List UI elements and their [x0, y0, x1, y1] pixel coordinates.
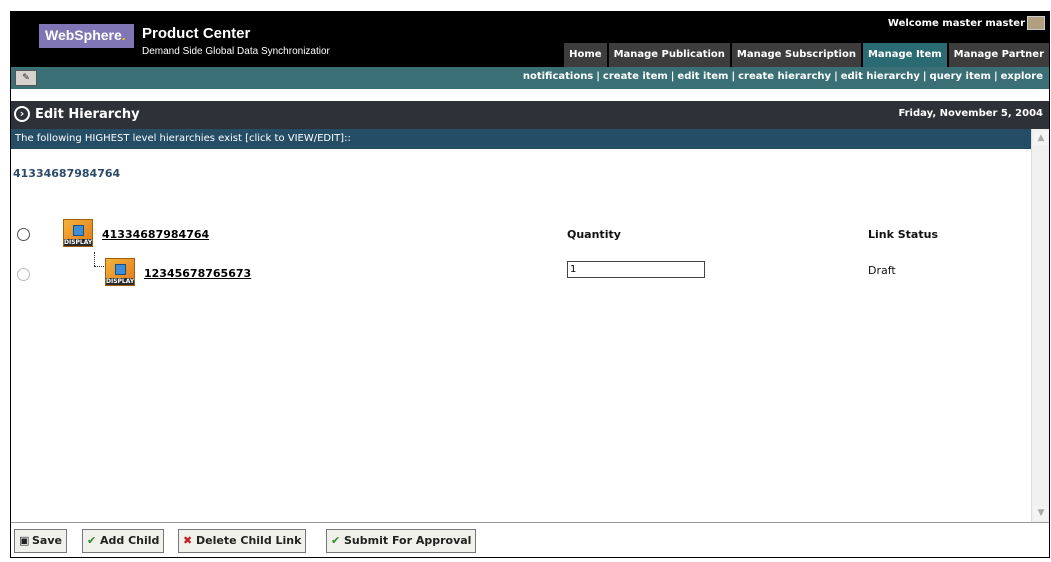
nav-link-explore[interactable]: explore	[1001, 71, 1043, 82]
tree-connector	[94, 252, 95, 266]
root-hierarchy-link[interactable]: 41334687984764	[13, 167, 120, 180]
tab-manage-partner[interactable]: Manage Partner	[948, 43, 1049, 67]
app-window: WebSphere. Product Center Demand Side Gl…	[10, 11, 1050, 558]
user-icon[interactable]	[1027, 16, 1045, 30]
tab-manage-publication[interactable]: Manage Publication	[608, 43, 730, 67]
display-item-icon: DISPLAY	[63, 219, 93, 247]
product-title: Product Center	[142, 25, 251, 42]
select-parent-radio[interactable]	[17, 228, 30, 241]
save-button[interactable]: ▣ Save	[14, 529, 67, 553]
nav-link-edit-hierarchy[interactable]: edit hierarchy	[841, 71, 920, 82]
nav-link-notifications[interactable]: notifications	[523, 71, 593, 82]
checkmark-icon: ✔	[331, 534, 341, 547]
add-child-button[interactable]: ✔ Add Child	[82, 529, 165, 553]
nav-link-create-hierarchy[interactable]: create hierarchy	[738, 71, 831, 82]
delete-x-icon: ✖	[183, 534, 193, 547]
quantity-field[interactable]	[567, 261, 705, 278]
hierarchy-content: 41334687984764 DISPLAY 41334687984764 Qu…	[11, 149, 1031, 522]
brand-dot: .	[121, 27, 126, 43]
nav-link-edit-item[interactable]: edit item	[677, 71, 728, 82]
sub-nav-links: notifications | create item | edit item | crea…	[522, 71, 1043, 82]
main-tabs: Home Manage Publication Manage Subscript…	[562, 43, 1049, 67]
brand-name: WebSphere	[45, 27, 122, 43]
submit-for-approval-button[interactable]: ✔ Submit For Approval	[326, 529, 477, 553]
display-icon-label: DISPLAY	[64, 239, 93, 246]
edit-notes-icon[interactable]: ✎	[15, 70, 37, 86]
nav-link-query-item[interactable]: query item	[930, 71, 991, 82]
notice-text: The following HIGHEST level hierarchies …	[15, 133, 351, 144]
child-item-link[interactable]: 12345678765673	[144, 267, 251, 280]
page: WebSphere. Product Center Demand Side Gl…	[0, 0, 1051, 562]
tab-manage-item[interactable]: Manage Item	[862, 43, 947, 67]
tab-home[interactable]: Home	[564, 43, 607, 67]
scroll-up-icon[interactable]: ▲	[1034, 131, 1048, 145]
link-status-header: Link Status	[868, 228, 938, 241]
action-bar: ▣ Save ✔ Add Child ✖ Delete Child Link ✔ Sub…	[11, 522, 1049, 557]
link-status-value: Draft	[868, 264, 896, 277]
product-subtitle: Demand Side Global Data Synchronizatior	[142, 46, 330, 57]
display-item-icon: DISPLAY	[105, 258, 135, 286]
page-date: Friday, November 5, 2004	[898, 108, 1043, 119]
welcome-text: Welcome master master	[887, 18, 1025, 29]
parent-item-link[interactable]: 41334687984764	[102, 228, 209, 241]
quantity-header: Quantity	[567, 228, 621, 241]
top-header: WebSphere. Product Center Demand Side Gl…	[11, 12, 1049, 67]
tab-manage-subscription[interactable]: Manage Subscription	[731, 43, 861, 67]
scroll-down-icon[interactable]: ▼	[1034, 506, 1048, 520]
display-icon-label: DISPLAY	[106, 278, 135, 285]
delete-child-link-button[interactable]: ✖ Delete Child Link	[178, 529, 307, 553]
floppy-disk-icon: ▣	[19, 534, 30, 547]
vertical-scrollbar[interactable]: ▲ ▼	[1031, 129, 1049, 522]
checkmark-icon: ✔	[87, 534, 97, 547]
page-header: › Edit Hierarchy Friday, November 5, 200…	[11, 101, 1049, 129]
arrow-circle-icon: ›	[14, 106, 30, 122]
page-title: Edit Hierarchy	[35, 107, 140, 122]
sub-nav-bar: ✎ notifications | create item | edit item | cr…	[11, 67, 1049, 89]
notice-bar: The following HIGHEST level hierarchies …	[11, 129, 1031, 149]
select-child-radio[interactable]	[17, 268, 30, 281]
nav-link-create-item[interactable]: create item	[603, 71, 668, 82]
websphere-logo: WebSphere.	[39, 24, 134, 48]
